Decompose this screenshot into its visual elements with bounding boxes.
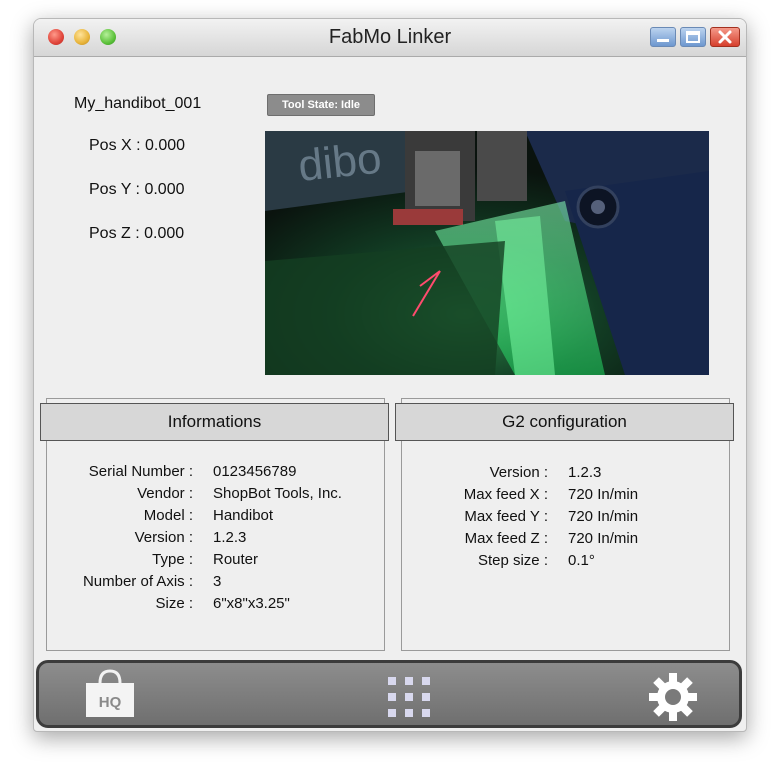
g2-value-version: 1.2.3: [568, 464, 602, 481]
g2-label-version: Version :: [489, 464, 548, 481]
informations-header: Informations: [40, 403, 389, 441]
g2-value-feed-z: 720 In/min: [568, 530, 639, 547]
g2-config-header: G2 configuration: [395, 403, 734, 441]
close-icon: [718, 30, 732, 44]
maximize-icon: [686, 31, 700, 43]
info-value-type: Router: [213, 551, 259, 568]
hq-label: HQ: [99, 694, 122, 711]
camera-feed: dibo: [265, 131, 709, 375]
apps-button[interactable]: [384, 673, 434, 721]
settings-button[interactable]: [647, 671, 699, 723]
info-value-version: 1.2.3: [213, 529, 247, 546]
hq-bag-icon: HQ: [86, 669, 134, 717]
info-label-model: Model :: [143, 507, 193, 524]
apps-grid-icon: [388, 677, 430, 717]
pos-y-readout: Pos Y : 0.000: [89, 181, 185, 198]
g2-value-step: 0.1°: [568, 552, 595, 569]
minimize-icon: [657, 39, 669, 42]
device-name: My_handibot_001: [74, 95, 202, 112]
g2-label-feed-z: Max feed Z :: [464, 530, 548, 547]
g2-label-feed-x: Max feed X :: [463, 486, 548, 503]
bottom-toolbar: HQ: [36, 660, 742, 728]
tool-state-badge: Tool State: Idle: [267, 94, 375, 116]
hq-button[interactable]: HQ: [84, 669, 136, 719]
pos-x-readout: Pos X : 0.000: [89, 137, 186, 154]
app-window: FabMo Linker My_handibot_001 Pos X : 0.0…: [33, 18, 747, 732]
window-title: FabMo Linker: [328, 26, 452, 48]
info-label-axis: Number of Axis :: [82, 573, 193, 590]
g2-value-feed-y: 720 In/min: [568, 508, 639, 525]
close-button[interactable]: [710, 27, 740, 47]
g2-value-feed-x: 720 In/min: [568, 486, 639, 503]
info-label-vendor: Vendor :: [137, 485, 193, 502]
g2-label-step: Step size :: [477, 552, 548, 569]
pos-z-readout: Pos Z : 0.000: [89, 225, 185, 242]
camera-image: dibo: [265, 131, 709, 375]
info-value-model: Handibot: [213, 507, 274, 524]
camera-overlay-text: dibo: [296, 134, 384, 191]
title-bar[interactable]: FabMo Linker: [34, 19, 746, 57]
info-label-size: Size :: [155, 595, 193, 612]
info-value-vendor: ShopBot Tools, Inc.: [213, 485, 342, 502]
info-label-serial: Serial Number :: [88, 463, 193, 480]
info-label-version: Version :: [134, 529, 193, 546]
info-label-type: Type :: [152, 551, 193, 568]
info-value-axis: 3: [213, 573, 222, 590]
info-value-size: 6"x8"x3.25": [213, 595, 290, 612]
maximize-button[interactable]: [680, 27, 706, 47]
gear-icon: [649, 673, 697, 721]
minimize-button[interactable]: [650, 27, 676, 47]
info-value-serial: 0123456789: [213, 463, 297, 480]
g2-label-feed-y: Max feed Y :: [464, 508, 548, 525]
